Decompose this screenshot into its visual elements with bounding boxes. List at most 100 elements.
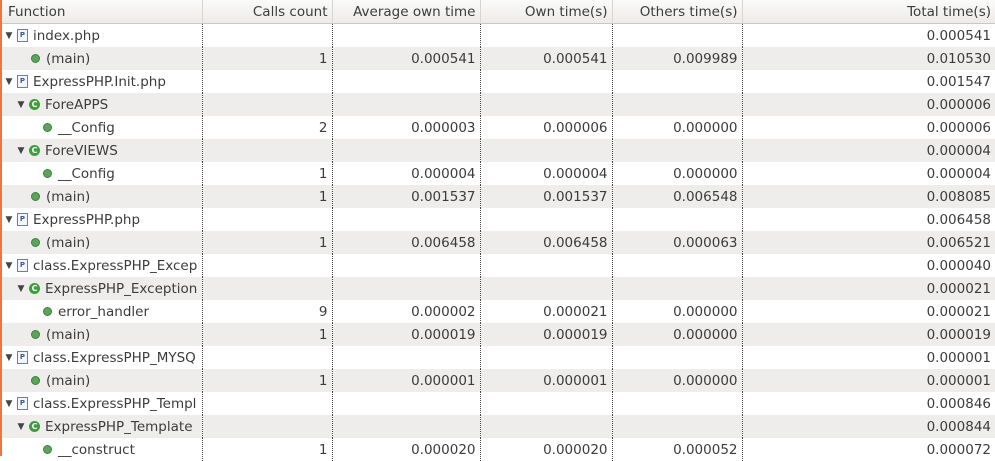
table-body: ▼Pindex.php0.000541(main)10.0005410.0005… <box>2 24 995 461</box>
table-row[interactable]: ▼Pclass.ExpressPHP_Templ0.000846 <box>2 392 995 415</box>
total-time-cell: 0.000072 <box>742 438 995 461</box>
function-name: (main) <box>46 51 90 67</box>
others-time-cell: 0.000000 <box>612 323 742 346</box>
others-time-cell: 0.000000 <box>612 369 742 392</box>
total-time-cell: 0.000001 <box>742 346 995 369</box>
table-row[interactable]: (main)10.0015370.0015370.0065480.008085 <box>2 185 995 208</box>
total-time-cell: 0.006521 <box>742 231 995 254</box>
table-row[interactable]: (main)10.0000190.0000190.0000000.000019 <box>2 323 995 346</box>
own-time-cell: 0.000004 <box>480 162 612 185</box>
php-file-icon: P <box>17 397 28 410</box>
function-name: ForeAPPS <box>45 97 108 113</box>
column-header-function[interactable]: Function <box>2 0 202 24</box>
expander-triangle-icon[interactable]: ▼ <box>16 146 26 156</box>
calls-count-cell <box>202 277 332 300</box>
expander-triangle-icon[interactable]: ▼ <box>4 77 14 87</box>
total-time-cell: 0.000001 <box>742 369 995 392</box>
table-row[interactable]: ▼P ExpressPHP.Init.php 0.001547 <box>2 70 995 93</box>
table-row[interactable]: ▼Pclass.ExpressPHP_MYSQ0.000001 <box>2 346 995 369</box>
table-row[interactable]: (main)10.0005410.0005410.0099890.010530 <box>2 47 995 70</box>
total-time-cell: 0.000844 <box>742 415 995 438</box>
function-cell: (main) <box>2 47 202 70</box>
average-own-time-cell <box>332 93 480 116</box>
calls-count-cell: 1 <box>202 438 332 461</box>
column-header-calls-count[interactable]: Calls count <box>202 0 332 24</box>
expander-triangle-icon[interactable]: ▼ <box>4 261 14 271</box>
function-name: error_handler <box>58 304 149 320</box>
expander-triangle-icon[interactable]: ▼ <box>16 284 26 294</box>
average-own-time-cell <box>332 24 480 48</box>
function-cell: (main) <box>2 323 202 346</box>
others-time-cell <box>612 70 742 93</box>
function-name: index.php <box>33 28 100 44</box>
total-time-cell: 0.000006 <box>742 93 995 116</box>
php-file-icon: P <box>17 213 28 226</box>
function-name: (main) <box>46 189 90 205</box>
own-time-cell <box>480 254 612 277</box>
table-row[interactable]: (main)10.0000010.0000010.0000000.000001 <box>2 369 995 392</box>
total-time-cell: 0.008085 <box>742 185 995 208</box>
header-row: Function Calls count Average own time Ow… <box>2 0 995 24</box>
others-time-cell <box>612 139 742 162</box>
table-row[interactable]: ▼C ForeAPPS 0.000006 <box>2 93 995 116</box>
function-name: (main) <box>46 327 90 343</box>
average-own-time-cell: 0.000002 <box>332 300 480 323</box>
average-own-time-cell <box>332 392 480 415</box>
function-cell: __construct <box>2 438 202 461</box>
expander-triangle-icon[interactable]: ▼ <box>4 353 14 363</box>
function-dot-icon <box>43 307 52 316</box>
average-own-time-cell <box>332 277 480 300</box>
others-time-cell: 0.009989 <box>612 47 742 70</box>
column-header-total-time[interactable]: Total time(s) <box>742 0 995 24</box>
table-row[interactable]: error_handler90.0000020.0000210.0000000.… <box>2 300 995 323</box>
calls-count-cell <box>202 392 332 415</box>
others-time-cell <box>612 415 742 438</box>
expander-triangle-icon[interactable]: ▼ <box>4 215 14 225</box>
column-header-average-own-time[interactable]: Average own time <box>332 0 480 24</box>
table-row[interactable]: __Config10.0000040.0000040.0000000.00000… <box>2 162 995 185</box>
total-time-cell: 0.000040 <box>742 254 995 277</box>
table-row[interactable]: ▼CExpressPHP_Exception0.000021 <box>2 277 995 300</box>
expander-triangle-icon[interactable]: ▼ <box>16 100 26 110</box>
calls-count-cell: 1 <box>202 231 332 254</box>
function-name: ExpressPHP_Template <box>45 419 193 435</box>
table-row[interactable]: ▼PExpressPHP.php0.006458 <box>2 208 995 231</box>
own-time-cell: 0.000021 <box>480 300 612 323</box>
function-name: class.ExpressPHP_MYSQ <box>33 350 196 366</box>
column-header-others-time[interactable]: Others time(s) <box>612 0 742 24</box>
average-own-time-cell: 0.001537 <box>332 185 480 208</box>
function-cell: __Config <box>2 162 202 185</box>
function-dot-icon <box>31 376 40 385</box>
others-time-cell: 0.000000 <box>612 162 742 185</box>
function-dot-icon <box>31 54 40 63</box>
function-cell: ▼CForeVIEWS <box>2 139 202 162</box>
total-time-cell: 0.001547 <box>742 70 995 93</box>
expander-triangle-icon[interactable]: ▼ <box>4 31 14 41</box>
function-cell: error_handler <box>2 300 202 323</box>
function-name: (main) <box>46 373 90 389</box>
others-time-cell: 0.000063 <box>612 231 742 254</box>
class-icon: C <box>29 99 40 110</box>
function-name: ExpressPHP.Init.php <box>33 74 166 90</box>
average-own-time-cell <box>332 139 480 162</box>
table-row[interactable]: (main)10.0064580.0064580.0000630.006521 <box>2 231 995 254</box>
function-cell: ▼Pclass.ExpressPHP_Templ <box>2 392 202 415</box>
column-header-own-time[interactable]: Own time(s) <box>480 0 612 24</box>
average-own-time-cell: 0.006458 <box>332 231 480 254</box>
table-row[interactable]: ▼Pindex.php0.000541 <box>2 24 995 48</box>
calls-count-cell: 1 <box>202 323 332 346</box>
class-icon: C <box>29 421 40 432</box>
table-row[interactable]: ▼CForeVIEWS0.000004 <box>2 139 995 162</box>
table-row[interactable]: ▼C ExpressPHP_Template 0.000844 <box>2 415 995 438</box>
calls-count-cell: 1 <box>202 369 332 392</box>
expander-triangle-icon[interactable]: ▼ <box>4 399 14 409</box>
table-row[interactable]: __construct10.0000200.0000200.0000520.00… <box>2 438 995 461</box>
others-time-cell: 0.000000 <box>612 300 742 323</box>
php-file-icon: P <box>17 75 28 88</box>
average-own-time-cell <box>332 254 480 277</box>
function-cell: ▼C ForeAPPS <box>2 93 202 116</box>
table-row[interactable]: ▼Pclass.ExpressPHP_Excep0.000040 <box>2 254 995 277</box>
function-dot-icon <box>31 192 40 201</box>
expander-triangle-icon[interactable]: ▼ <box>16 422 26 432</box>
table-row[interactable]: __Config20.0000030.0000060.0000000.00000… <box>2 116 995 139</box>
